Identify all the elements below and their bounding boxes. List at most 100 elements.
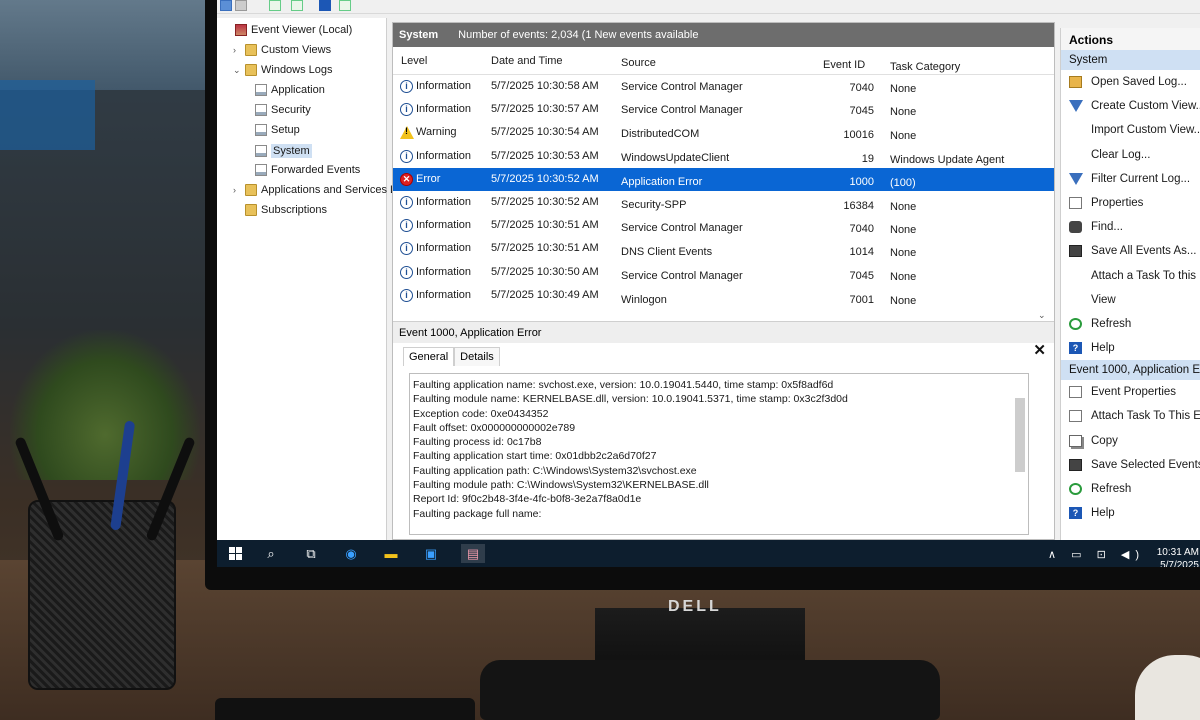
tree-item-custom-views[interactable]: › Custom Views [233, 44, 331, 56]
table-row[interactable]: i Information 5/7/2025 10:30:50 AM Service … [393, 261, 1054, 284]
tree-item-windows-logs[interactable]: ⌄ Windows Logs [233, 64, 333, 76]
action-save-all-events-as[interactable]: Save All Events As... [1061, 239, 1200, 263]
table-row[interactable]: i Information 5/7/2025 10:30:57 AM Service … [393, 98, 1054, 121]
cell-date-time: 5/7/2025 10:30:52 AM [491, 195, 599, 208]
cell-event-id: 7045 [849, 105, 874, 118]
help-icon[interactable] [319, 0, 331, 11]
cell-level: Information [416, 265, 472, 278]
store-icon[interactable]: ▣ [421, 544, 441, 563]
column-task-category[interactable]: Task Category [890, 61, 960, 73]
tree-item-label: Applications and Services Logs [261, 184, 414, 196]
tree-item-event-viewer-local-[interactable]: Event Viewer (Local) [223, 24, 352, 36]
column-source[interactable]: Source [621, 57, 656, 69]
log-icon [255, 104, 267, 116]
edge-browser-icon[interactable]: ◉ [341, 544, 361, 563]
clock[interactable]: 10:31 AM 5/7/2025 [1157, 546, 1199, 567]
information-icon: i [400, 80, 413, 93]
description-line: Faulting application name: svchost.exe, … [413, 379, 834, 391]
table-row[interactable]: i Information 5/7/2025 10:30:51 AM DNS Clie… [393, 237, 1054, 260]
tree-item-security[interactable]: Security [243, 104, 311, 116]
actions-list: System Open Saved Log... Create Custom Vie… [1061, 50, 1200, 525]
table-row[interactable]: i Information 5/7/2025 10:30:51 AM Service … [393, 214, 1054, 237]
actions-section-header[interactable]: System [1061, 50, 1200, 70]
event-viewer-taskbar-icon[interactable]: ▤ [461, 544, 485, 563]
action-find[interactable]: Find... [1061, 215, 1200, 239]
events-grid-header: Level Date and Time Source Event ID Task… [393, 47, 1054, 75]
show-actions-icon[interactable] [339, 0, 351, 11]
tree-item-system[interactable]: System [243, 144, 312, 158]
file-explorer-icon[interactable]: ▬ [381, 544, 401, 563]
refresh-icon [1069, 483, 1082, 495]
tree-item-setup[interactable]: Setup [243, 124, 300, 136]
actions-header: Actions [1061, 28, 1200, 50]
description-line: Faulting application path: C:\Windows\Sy… [413, 464, 697, 477]
tree-item-application[interactable]: Application [243, 84, 325, 96]
action-properties[interactable]: Properties [1061, 191, 1200, 215]
tree-item-applications-and-services-logs[interactable]: › Applications and Services Logs [233, 184, 414, 196]
properties-icon[interactable] [291, 0, 303, 11]
tree-item-label: Forwarded Events [271, 164, 361, 176]
monitor-stand [595, 608, 805, 668]
action-filter-current-log[interactable]: Filter Current Log... [1061, 167, 1200, 191]
tab-details[interactable]: Details [454, 347, 500, 366]
information-icon: i [400, 288, 413, 302]
action-clear-log[interactable]: Clear Log... [1061, 143, 1200, 167]
show-hide-tree-icon[interactable] [269, 0, 281, 11]
action-import-custom-view[interactable]: Import Custom View... [1061, 118, 1200, 142]
action-help[interactable]: ? Help [1061, 501, 1200, 525]
events-scrollbar[interactable]: ⌄ [1038, 75, 1048, 321]
column-date-time[interactable]: Date and Time [491, 55, 563, 67]
table-row[interactable]: i Information 5/7/2025 10:30:52 AM Security… [393, 191, 1054, 214]
expand-arrow-icon[interactable]: › [233, 45, 241, 55]
task-view-icon[interactable]: ⧉ [301, 544, 321, 563]
copy-icon [1069, 434, 1082, 447]
tree-item-subscriptions[interactable]: Subscriptions [233, 204, 327, 216]
start-button[interactable] [225, 544, 245, 563]
expand-arrow-icon[interactable]: ⌄ [233, 65, 241, 76]
table-row[interactable]: ! Warning 5/7/2025 10:30:54 AM DistributedC… [393, 121, 1054, 144]
action-refresh[interactable]: Refresh [1061, 477, 1200, 501]
action-help[interactable]: ? Help [1061, 336, 1200, 360]
description-scrollbar[interactable] [1014, 376, 1026, 532]
forward-icon[interactable] [235, 0, 247, 11]
information-icon: i [400, 149, 413, 163]
back-icon[interactable] [220, 0, 232, 11]
table-row[interactable]: i Information 5/7/2025 10:30:49 AM Winlogon… [393, 284, 1054, 307]
error-icon: ✕ [400, 172, 413, 186]
table-row[interactable]: i Information 5/7/2025 10:30:58 AM Service … [393, 75, 1054, 98]
system-tray-icons[interactable]: ∧ ▭ ⊡ ◀) [1048, 548, 1145, 561]
table-row[interactable]: i Information 5/7/2025 10:30:53 AM WindowsU… [393, 145, 1054, 168]
log-icon [255, 84, 267, 96]
cell-event-id: 1000 [849, 175, 874, 188]
cell-source: Security-SPP [621, 198, 687, 211]
column-level[interactable]: Level [401, 55, 427, 67]
column-event-id[interactable]: Event ID [823, 59, 865, 71]
action-event-properties[interactable]: Event Properties [1061, 380, 1200, 404]
description-line: Report Id: 9f0c2b48-3f4e-4fc-b0f8-3e2a7f… [413, 493, 642, 506]
tab-general[interactable]: General [403, 347, 455, 366]
scroll-down-icon[interactable]: ⌄ [1038, 310, 1046, 321]
save-icon [1069, 245, 1082, 258]
event-detail-title: Event 1000, Application Error [393, 321, 1054, 343]
action-view[interactable]: View [1061, 288, 1200, 312]
search-icon[interactable]: ⌕ [261, 544, 281, 563]
tree-item-label: Security [271, 104, 311, 116]
action-attach-task-to-this-event[interactable]: Attach Task To This Event... [1061, 404, 1200, 428]
tree-item-label: System [271, 144, 312, 158]
table-row[interactable]: ✕ Error 5/7/2025 10:30:52 AM Application Er… [393, 167, 1054, 191]
action-copy[interactable]: Copy [1061, 429, 1200, 453]
action-attach-a-task-to-this-log[interactable]: Attach a Task To this Log... [1061, 264, 1200, 288]
action-create-custom-view[interactable]: Create Custom View... [1061, 94, 1200, 118]
keyboard [215, 698, 475, 720]
description-scroll-thumb[interactable] [1015, 398, 1025, 472]
tree-item-forwarded-events[interactable]: Forwarded Events [243, 164, 360, 176]
action-save-selected-events[interactable]: Save Selected Events... [1061, 453, 1200, 477]
action-open-saved-log[interactable]: Open Saved Log... [1061, 70, 1200, 94]
event-description: Faulting application name: svchost.exe, … [409, 373, 1029, 535]
action-refresh[interactable]: Refresh [1061, 312, 1200, 336]
close-detail-icon[interactable]: ✕ [1033, 341, 1046, 359]
expand-arrow-icon[interactable]: › [233, 185, 241, 195]
actions-section-header[interactable]: Event 1000, Application Error [1061, 360, 1200, 381]
cell-task-category: None [890, 83, 917, 95]
cell-source: Service Control Manager [621, 104, 743, 117]
